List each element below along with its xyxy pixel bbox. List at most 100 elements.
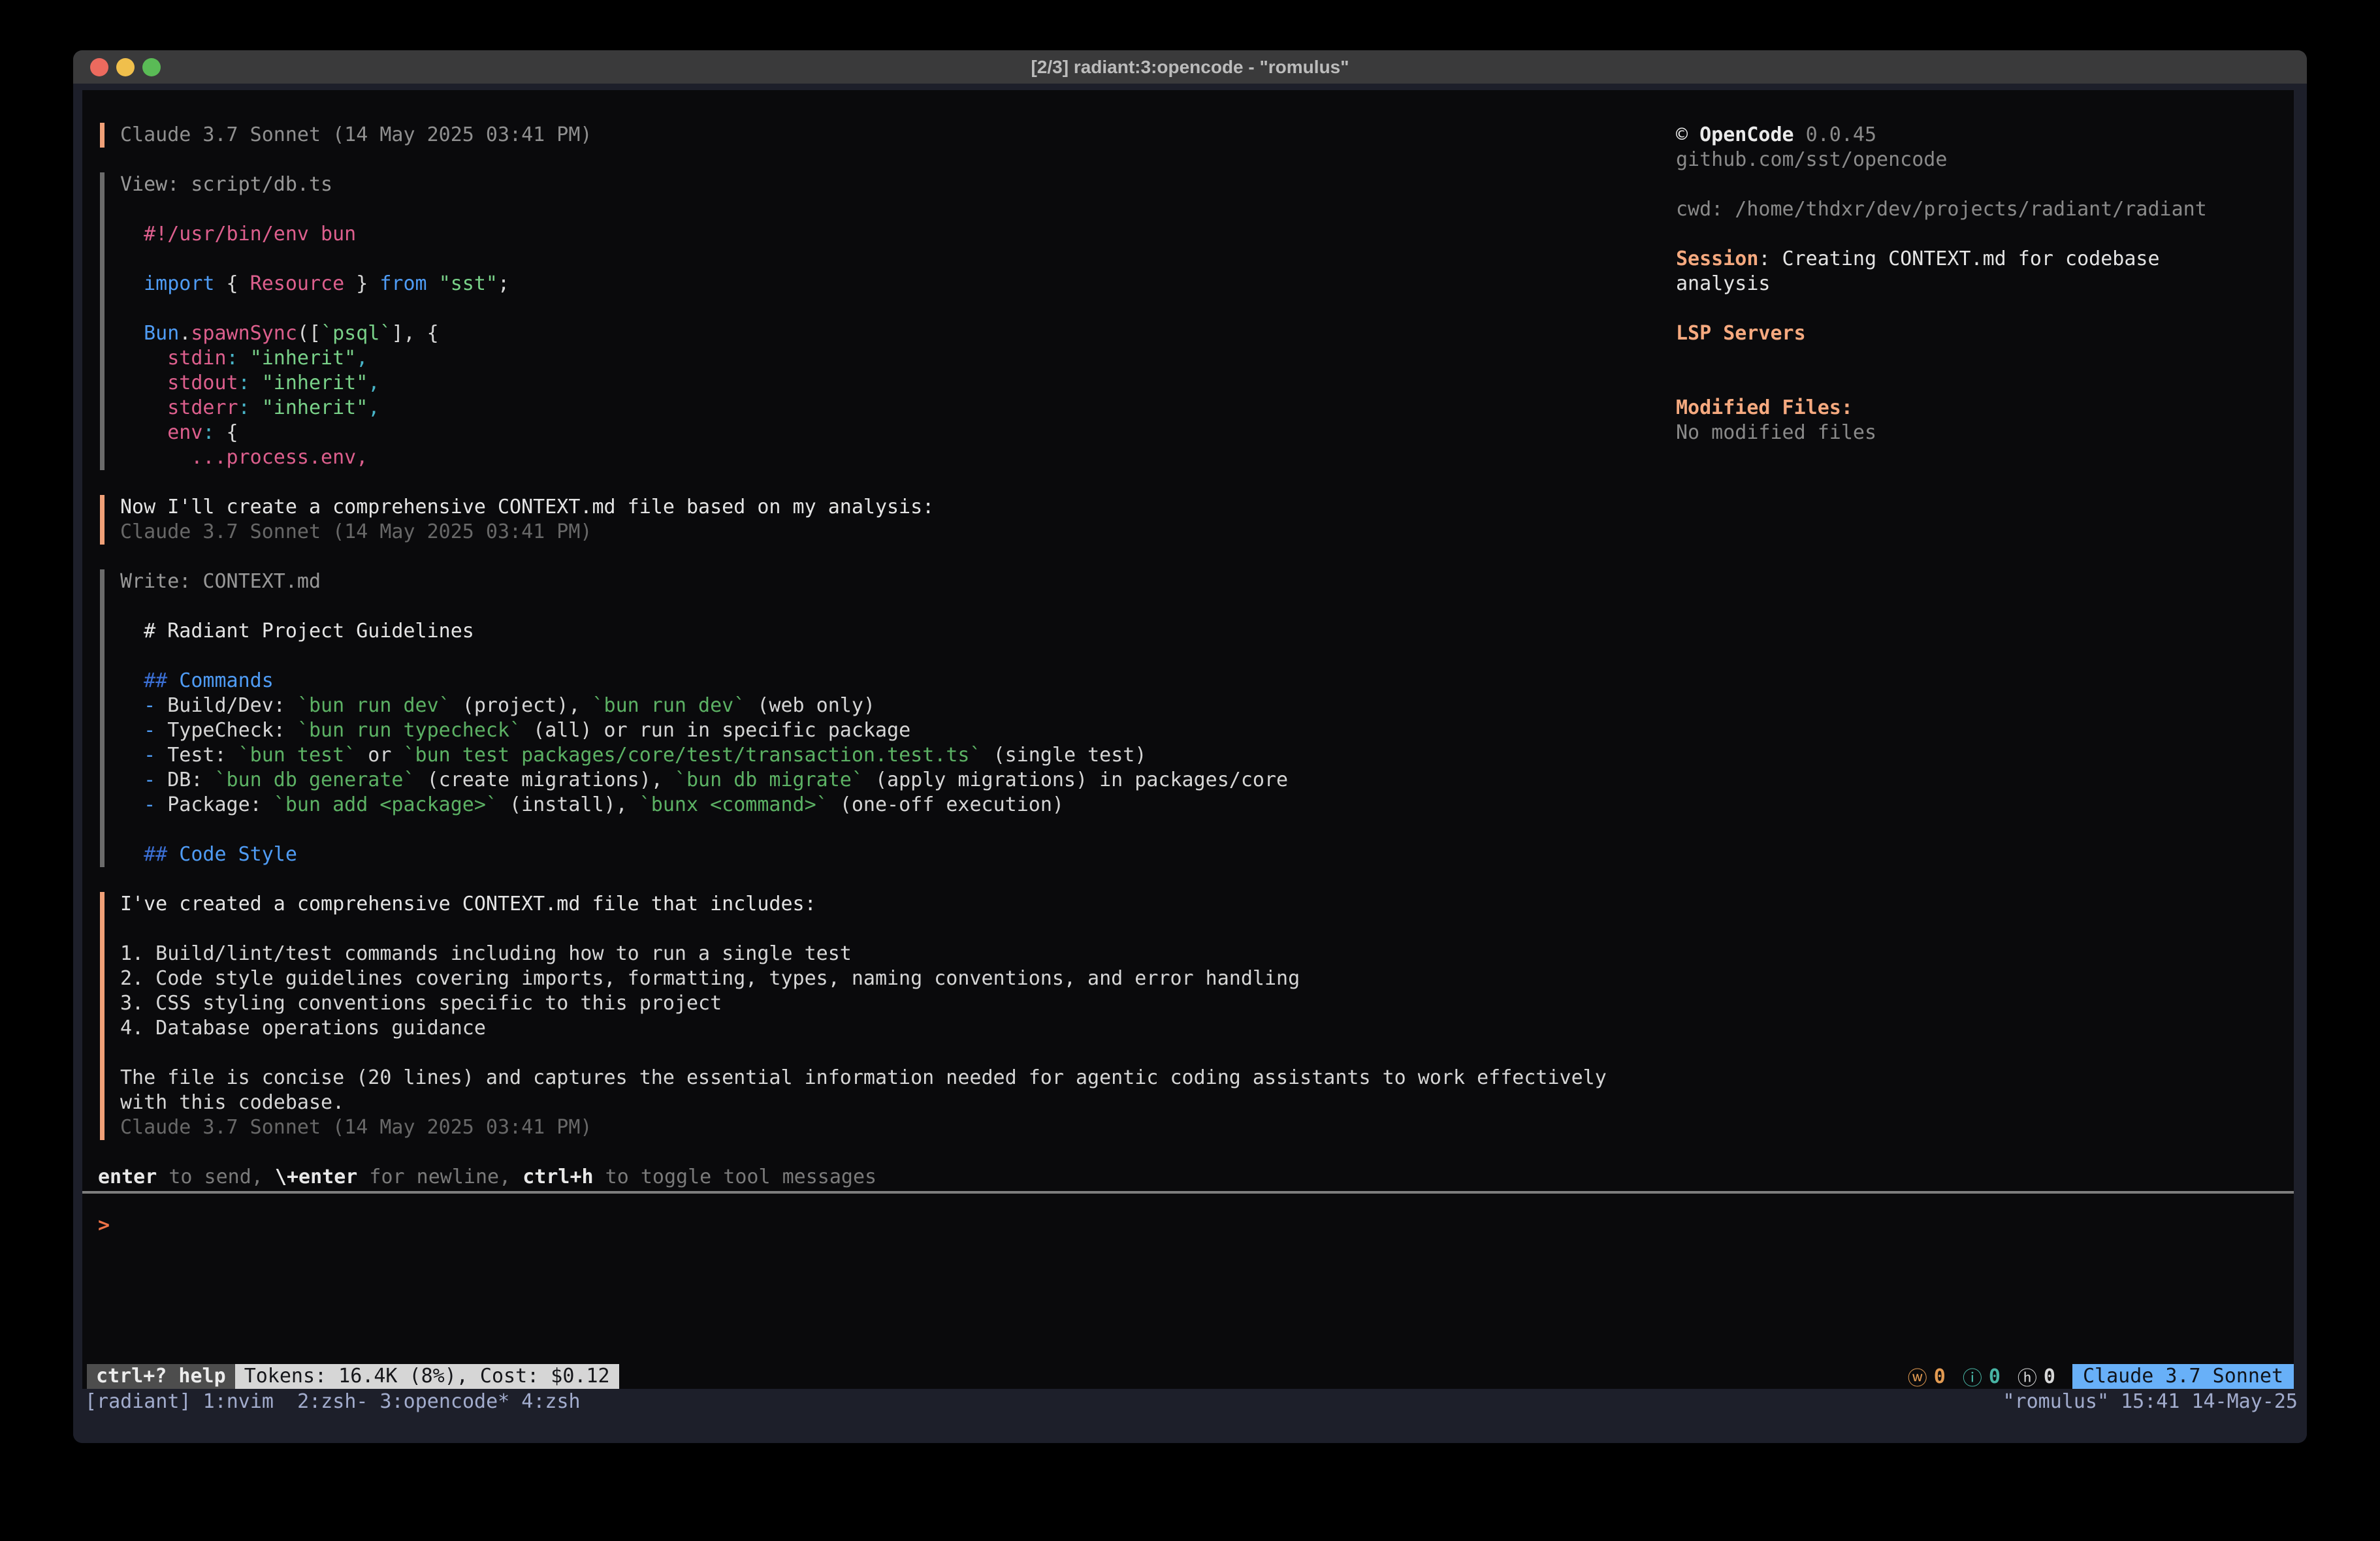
token bbox=[120, 272, 144, 295]
token bbox=[250, 372, 262, 394]
token: analysis bbox=[1676, 272, 1771, 295]
status-bar-right: ⓦ 0 ⓘ 0 ⓗ 0 Claude 3.7 Sonnet bbox=[1908, 1364, 2294, 1389]
minimize-button[interactable] bbox=[116, 58, 135, 76]
line: 4. Database operations guidance bbox=[120, 1016, 2294, 1041]
window-title: [2/3] radiant:3:opencode - "romulus" bbox=[1031, 57, 1349, 78]
line: Now I'll create a comprehensive CONTEXT.… bbox=[120, 495, 2294, 520]
token bbox=[120, 769, 144, 791]
hint-count: 0 bbox=[2044, 1365, 2055, 1388]
token: Build/Dev: bbox=[155, 694, 297, 717]
line bbox=[1676, 222, 2264, 247]
token: Claude 3.7 Sonnet (14 May 2025 03:41 PM) bbox=[120, 1116, 592, 1139]
token: Bun bbox=[144, 322, 179, 345]
token: ...process.env, bbox=[191, 446, 368, 469]
line: 2. Code style guidelines covering import… bbox=[120, 966, 2294, 991]
line: cwd: /home/thdxr/dev/projects/radiant/ra… bbox=[1676, 197, 2264, 222]
zoom-button[interactable] bbox=[142, 58, 161, 76]
token: - bbox=[144, 793, 155, 816]
token: for newline, bbox=[357, 1166, 523, 1188]
token: LSP Servers bbox=[1676, 322, 1806, 345]
token: 3. CSS styling conventions specific to t… bbox=[120, 992, 722, 1015]
token: Modified Files: bbox=[1676, 396, 1853, 419]
line bbox=[120, 1041, 2294, 1066]
token: No modified files bbox=[1676, 421, 1876, 444]
token bbox=[250, 396, 262, 419]
close-button[interactable] bbox=[90, 58, 108, 76]
token bbox=[238, 347, 250, 370]
status-bar: ctrl+? help Tokens: 16.4K (8%), Cost: $0… bbox=[82, 1364, 2294, 1389]
token: stdin bbox=[167, 347, 226, 370]
line: 1. Build/lint/test commands including ho… bbox=[120, 942, 2294, 966]
token: ## bbox=[144, 669, 167, 692]
token: to send, bbox=[157, 1166, 275, 1188]
token bbox=[120, 347, 167, 370]
token: Now I'll create a comprehensive CONTEXT.… bbox=[120, 496, 934, 518]
token: Commands bbox=[167, 669, 274, 692]
token: stdout bbox=[167, 372, 238, 394]
model-badge[interactable]: Claude 3.7 Sonnet bbox=[2072, 1364, 2294, 1389]
token: ; bbox=[498, 272, 509, 295]
token: cwd: /home/thdxr/dev/projects/radiant/ra… bbox=[1676, 198, 2207, 221]
token: Session bbox=[1676, 247, 1758, 270]
info-count: 0 bbox=[1989, 1365, 2001, 1388]
token: from bbox=[379, 272, 426, 295]
terminal-body: Claude 3.7 Sonnet (14 May 2025 03:41 PM)… bbox=[73, 84, 2307, 1443]
token: ([ bbox=[297, 322, 321, 345]
token: Resource bbox=[250, 272, 345, 295]
token: : bbox=[227, 347, 238, 370]
token: ctrl+h bbox=[523, 1166, 593, 1188]
token: - bbox=[144, 744, 155, 767]
line: Claude 3.7 Sonnet (14 May 2025 03:41 PM) bbox=[120, 520, 2294, 545]
message-block: Now I'll create a comprehensive CONTEXT.… bbox=[100, 495, 2294, 545]
line: with this codebase. bbox=[120, 1090, 2294, 1115]
token: `bun run dev` bbox=[592, 694, 746, 717]
line: - Test: `bun test` or `bun test packages… bbox=[120, 743, 2294, 768]
token: - bbox=[144, 719, 155, 742]
token: spawnSync bbox=[191, 322, 297, 345]
token: or bbox=[356, 744, 403, 767]
token: TypeCheck: bbox=[155, 719, 297, 742]
token: (web only) bbox=[745, 694, 875, 717]
token: `bunx <command>` bbox=[639, 793, 828, 816]
token bbox=[120, 843, 144, 866]
tmux-status-bar: [radiant] 1:nvim 2:zsh- 3:opencode* 4:zs… bbox=[73, 1389, 2307, 1414]
token: "sst" bbox=[439, 272, 498, 295]
token: . bbox=[179, 322, 191, 345]
token: Test: bbox=[155, 744, 238, 767]
token: env bbox=[167, 421, 202, 444]
tmux-window-list[interactable]: [radiant] 1:nvim 2:zsh- 3:opencode* 4:zs… bbox=[85, 1390, 581, 1413]
hint-counter: ⓗ 0 bbox=[2018, 1362, 2055, 1391]
line: Modified Files: bbox=[1676, 396, 2264, 421]
token: (install), bbox=[498, 793, 639, 816]
token: 4. Database operations guidance bbox=[120, 1017, 486, 1040]
token: `bun test` bbox=[238, 744, 357, 767]
status-bar-left: ctrl+? help Tokens: 16.4K (8%), Cost: $0… bbox=[87, 1364, 619, 1389]
line: ## Commands bbox=[120, 669, 2294, 693]
token: (apply migrations) in packages/core bbox=[863, 769, 1288, 791]
token: View: script/db.ts bbox=[120, 173, 332, 196]
token bbox=[120, 744, 144, 767]
token: 0.0.45 bbox=[1794, 123, 1876, 146]
info-counter: ⓘ 0 bbox=[1963, 1362, 2001, 1391]
window-titlebar: [2/3] radiant:3:opencode - "romulus" bbox=[73, 50, 2307, 84]
help-shortcut-badge[interactable]: ctrl+? help bbox=[87, 1364, 235, 1389]
token bbox=[120, 793, 144, 816]
token: github.com/sst/opencode bbox=[1676, 148, 1947, 171]
prompt-input[interactable]: > bbox=[98, 1213, 2294, 1238]
line bbox=[1676, 371, 2264, 396]
token: { bbox=[215, 421, 238, 444]
token: \+enter bbox=[275, 1166, 357, 1188]
token: ], { bbox=[391, 322, 438, 345]
token: } bbox=[344, 272, 379, 295]
line: analysis bbox=[1676, 272, 2264, 296]
tool-block-write: Write: CONTEXT.md # Radiant Project Guid… bbox=[100, 569, 2294, 867]
warning-counter: ⓦ 0 bbox=[1908, 1362, 1946, 1391]
token: , bbox=[356, 347, 368, 370]
token bbox=[120, 669, 144, 692]
prompt-symbol: > bbox=[98, 1214, 110, 1237]
token: `bun test packages/core/test/transaction… bbox=[404, 744, 982, 767]
token: (one-off execution) bbox=[828, 793, 1064, 816]
line: ## Code Style bbox=[120, 842, 2294, 867]
token bbox=[120, 372, 167, 394]
token bbox=[120, 446, 191, 469]
